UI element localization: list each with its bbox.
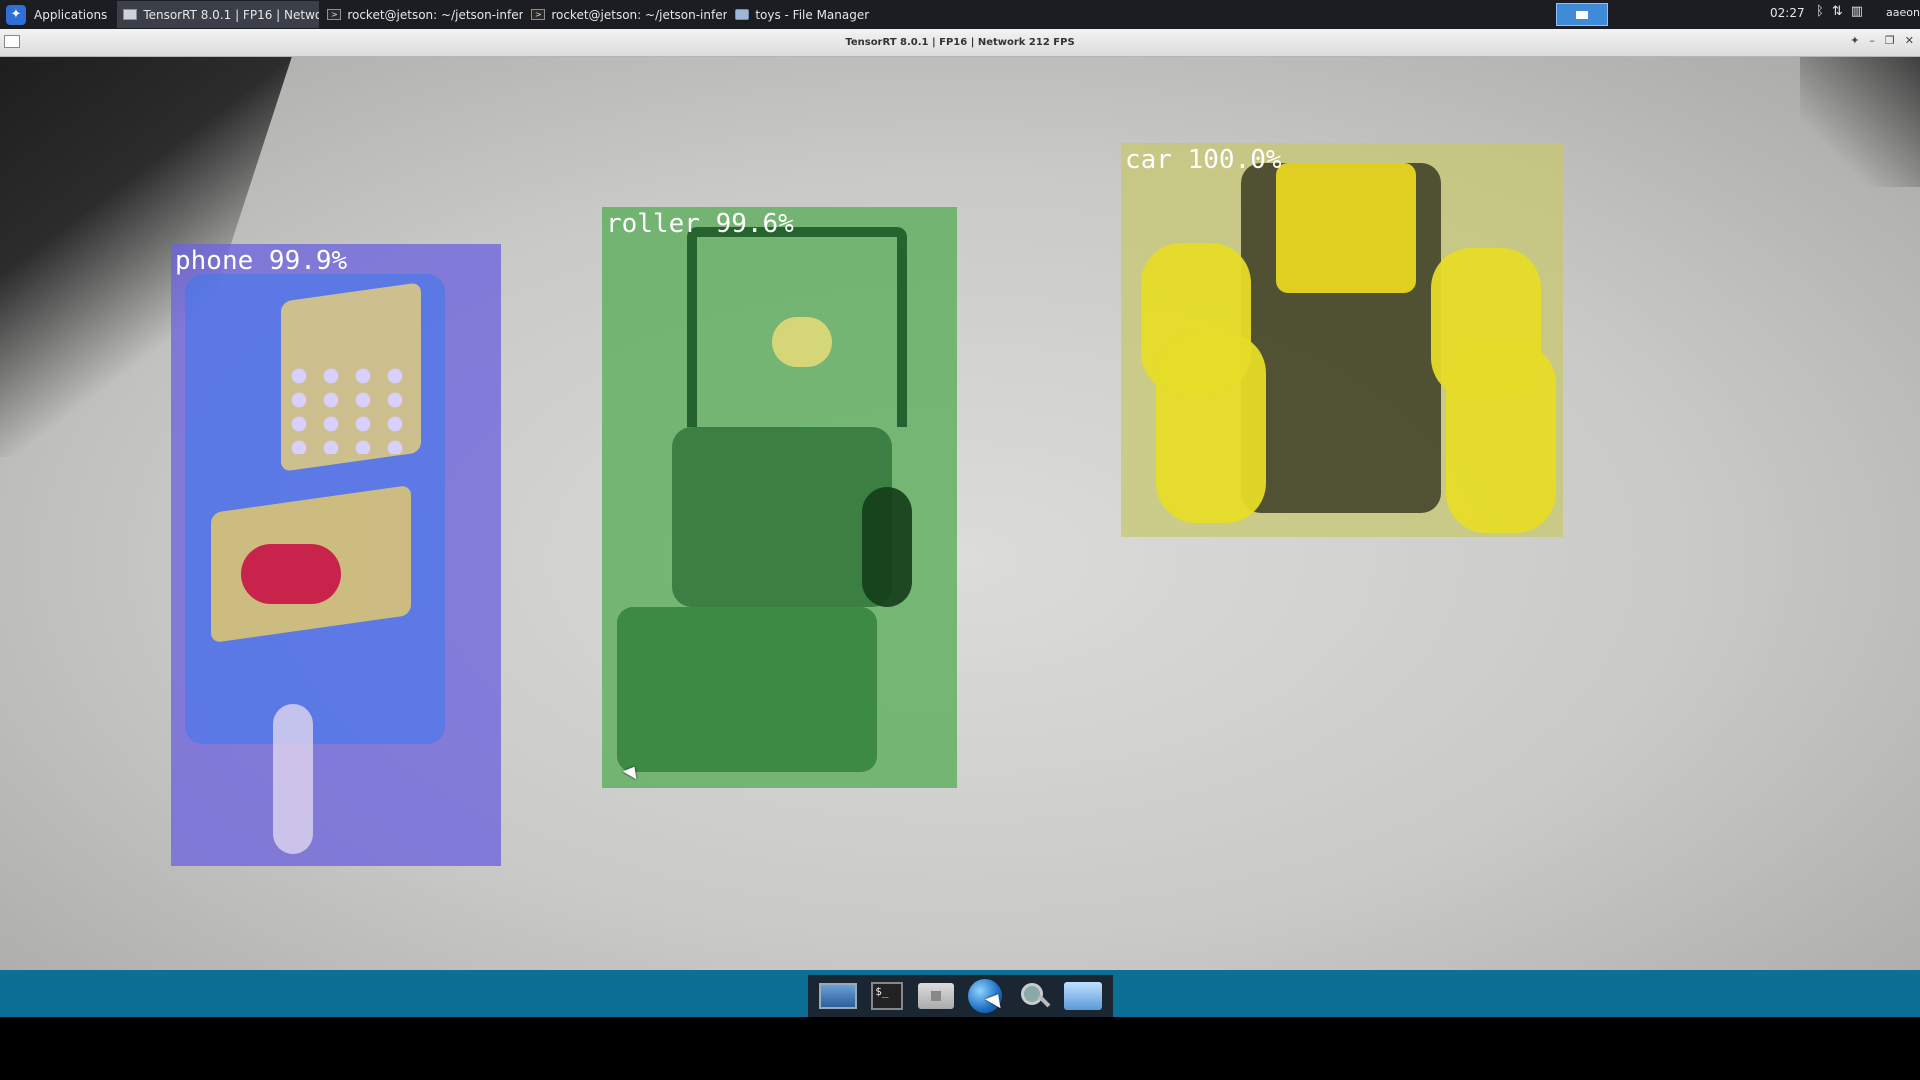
minimize-icon[interactable]: –	[1869, 34, 1875, 47]
detection-box-roller: roller 99.6%	[602, 207, 957, 788]
phone-keypad	[283, 364, 413, 454]
home-folder-icon	[918, 983, 955, 1009]
desktop-icon	[819, 983, 858, 1009]
system-tray: ᛒ ⇅ ▥	[1816, 4, 1863, 19]
terminal-icon: >	[531, 9, 546, 20]
dock: $_	[808, 975, 1113, 1017]
dock-item-search[interactable]	[1014, 978, 1054, 1014]
window-title: TensorRT 8.0.1 | FP16 | Network 212 FPS	[845, 37, 1075, 48]
car-wheel	[1156, 333, 1266, 523]
window-controls: ✦ – ❐ ✕	[1850, 34, 1914, 47]
camera-view: phone 99.9% roller 99.6% car 100.0%	[0, 57, 1920, 970]
detection-label: phone 99.9%	[175, 246, 348, 276]
files-icon	[1063, 982, 1102, 1010]
taskbar-item-tensorrt[interactable]: TensorRT 8.0.1 | FP16 | Networ...	[117, 1, 320, 28]
taskbar-item-label: TensorRT 8.0.1 | FP16 | Networ...	[143, 7, 320, 22]
pin-icon[interactable]: ✦	[1850, 34, 1859, 47]
window-icon	[123, 9, 138, 20]
background-shadow	[1800, 57, 1920, 187]
phone-speaker	[241, 544, 341, 604]
taskbar-item-terminal-2[interactable]: > rocket@jetson: ~/jetson-infere...	[525, 1, 727, 28]
xfce-logo-icon: ✦	[6, 4, 26, 25]
dock-item-home[interactable]	[916, 978, 956, 1014]
roller-wheel	[862, 487, 912, 607]
dock-item-desktop[interactable]	[818, 978, 858, 1014]
taskbar-item-label: rocket@jetson: ~/jetson-infere...	[347, 7, 524, 22]
window-menu-icon[interactable]	[4, 35, 20, 48]
taskbar-item-file-manager[interactable]: toys - File Manager	[729, 1, 875, 28]
close-icon[interactable]: ✕	[1905, 34, 1914, 47]
terminal-icon: >	[327, 9, 342, 20]
detection-box-car: car 100.0%	[1121, 143, 1563, 537]
roller-driver	[772, 317, 832, 367]
car-wheel	[1446, 343, 1556, 533]
maximize-icon[interactable]: ❐	[1885, 34, 1895, 47]
bluetooth-icon[interactable]: ᛒ	[1816, 4, 1824, 19]
dock-item-terminal[interactable]: $_	[867, 978, 907, 1014]
taskbar-item-label: rocket@jetson: ~/jetson-infere...	[551, 7, 728, 22]
clock[interactable]: 02:27	[1770, 6, 1805, 20]
terminal-icon: $_	[871, 982, 904, 1010]
folder-icon	[735, 9, 750, 20]
detection-box-phone: phone 99.9%	[171, 244, 501, 866]
detection-label: roller 99.6%	[606, 209, 794, 239]
user-name[interactable]: aaeon	[1886, 6, 1920, 19]
roller-frame	[672, 427, 892, 607]
workspace-icon	[1576, 10, 1588, 19]
search-icon	[1019, 981, 1049, 1011]
car-roof	[1276, 163, 1416, 293]
window-titlebar[interactable]: TensorRT 8.0.1 | FP16 | Network 212 FPS …	[0, 29, 1920, 57]
workspace-switcher[interactable]	[1556, 3, 1608, 26]
dock-item-files[interactable]	[1063, 978, 1103, 1014]
applications-menu[interactable]: ✦ Applications	[0, 0, 115, 29]
signal-icon[interactable]: ▥	[1851, 4, 1863, 19]
roller-drum	[617, 607, 877, 772]
top-panel: ✦ Applications TensorRT 8.0.1 | FP16 | N…	[0, 0, 1920, 29]
detection-label: car 100.0%	[1125, 145, 1282, 175]
taskbar-item-label: toys - File Manager	[755, 7, 870, 22]
network-icon[interactable]: ⇅	[1832, 4, 1843, 19]
taskbar-item-terminal-1[interactable]: > rocket@jetson: ~/jetson-infere...	[321, 1, 523, 28]
phone-handle	[273, 704, 313, 854]
applications-label: Applications	[34, 7, 108, 22]
